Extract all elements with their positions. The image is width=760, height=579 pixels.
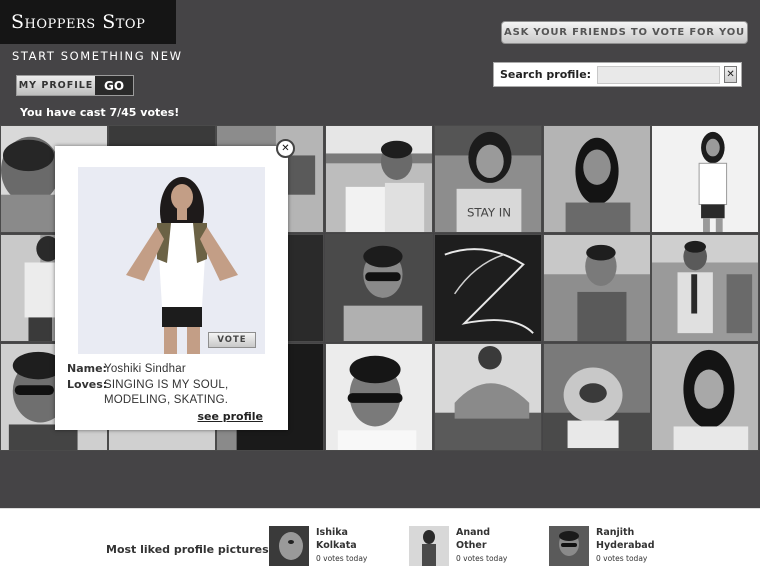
loves-line-2: MODELING, SKATING. [104, 394, 229, 406]
liked-votes: 0 votes today [596, 554, 648, 563]
liked-text: Anand Other 0 votes today [456, 526, 507, 566]
loves-value: SINGING IS MY SOUL, MODELING, SKATING. [104, 378, 228, 408]
app-root: Shoppers Stop START SOMETHING NEW MY PRO… [0, 0, 760, 579]
name-key: Name: [67, 362, 107, 375]
profile-popup: VOTE Name: Yoshiki Sindhar Loves: SINGIN… [55, 146, 288, 430]
profile-photo-tile[interactable] [434, 343, 542, 451]
liked-city: Other [456, 540, 487, 551]
loves-row: Loves: SINGING IS MY SOUL, MODELING, SKA… [67, 378, 228, 408]
profile-photo [652, 126, 758, 232]
my-profile-label: MY PROFILE [17, 76, 95, 95]
popup-photo [78, 167, 265, 354]
header-area: Shoppers Stop START SOMETHING NEW MY PRO… [0, 0, 760, 508]
liked-text: Ranjith Hyderabad 0 votes today [596, 526, 655, 566]
search-label: Search profile: [500, 68, 592, 81]
most-liked-item[interactable]: Ishika Kolkata 0 votes today [269, 526, 367, 566]
liked-city: Hyderabad [596, 540, 655, 551]
profile-photo-tile[interactable] [651, 234, 759, 342]
search-input[interactable] [597, 65, 721, 84]
most-liked-item[interactable]: Anand Other 0 votes today [409, 526, 507, 566]
profile-photo [544, 126, 650, 232]
profile-photo [326, 235, 432, 341]
profile-photo [326, 344, 432, 450]
liked-city: Kolkata [316, 540, 357, 551]
profile-photo-tile[interactable]: STAY IN [434, 125, 542, 233]
profile-photo-tile[interactable] [543, 234, 651, 342]
close-icon[interactable]: ✕ [276, 139, 295, 158]
see-profile-link[interactable]: see profile [197, 410, 263, 423]
liked-votes: 0 votes today [456, 554, 508, 563]
most-liked-bar: Most liked profile pictures: Ishika Kolk… [0, 508, 760, 579]
name-row: Name: Yoshiki Sindhar [67, 362, 186, 377]
profile-photo-tile[interactable] [651, 125, 759, 233]
liked-name: Ishika [316, 527, 348, 538]
most-liked-label: Most liked profile pictures: [106, 543, 274, 556]
search-clear-button[interactable]: ✕ [724, 66, 737, 83]
loves-key: Loves: [67, 378, 108, 391]
loves-line-1: SINGING IS MY SOUL, [104, 379, 229, 391]
profile-photo-tile[interactable] [434, 234, 542, 342]
tagline: START SOMETHING NEW [12, 49, 183, 63]
profile-photo-tile[interactable] [543, 125, 651, 233]
logo-text: Shoppers Stop [11, 11, 146, 33]
profile-photo-tile[interactable] [325, 125, 433, 233]
profile-photo [435, 235, 541, 341]
my-profile-button[interactable]: MY PROFILE GO [16, 75, 134, 96]
profile-photo [435, 344, 541, 450]
liked-name: Anand [456, 527, 491, 538]
votes-status: You have cast 7/45 votes! [20, 106, 180, 119]
svg-text:STAY IN: STAY IN [467, 205, 511, 219]
profile-photo [652, 344, 758, 450]
profile-photo-tile[interactable] [325, 234, 433, 342]
name-value: Yoshiki Sindhar [104, 363, 186, 375]
liked-votes: 0 votes today [316, 554, 368, 563]
ask-friends-button[interactable]: ASK YOUR FRIENDS TO VOTE FOR YOU [501, 21, 748, 44]
profile-photo [544, 344, 650, 450]
popup-photo-image [78, 167, 265, 354]
logo[interactable]: Shoppers Stop [0, 0, 176, 44]
most-liked-item[interactable]: Ranjith Hyderabad 0 votes today [549, 526, 655, 566]
profile-photo [326, 126, 432, 232]
liked-text: Ishika Kolkata 0 votes today [316, 526, 367, 566]
vote-button[interactable]: VOTE [208, 332, 256, 348]
profile-photo: STAY IN [435, 126, 541, 232]
liked-thumbnail [549, 526, 589, 566]
profile-photo-tile[interactable] [651, 343, 759, 451]
profile-photo [544, 235, 650, 341]
liked-thumbnail [269, 526, 309, 566]
liked-thumbnail [409, 526, 449, 566]
profile-photo-tile[interactable] [543, 343, 651, 451]
profile-photo-tile[interactable] [325, 343, 433, 451]
profile-photo [652, 235, 758, 341]
search-box: Search profile: ✕ [493, 62, 742, 87]
liked-name: Ranjith [596, 527, 635, 538]
go-label: GO [95, 76, 133, 95]
